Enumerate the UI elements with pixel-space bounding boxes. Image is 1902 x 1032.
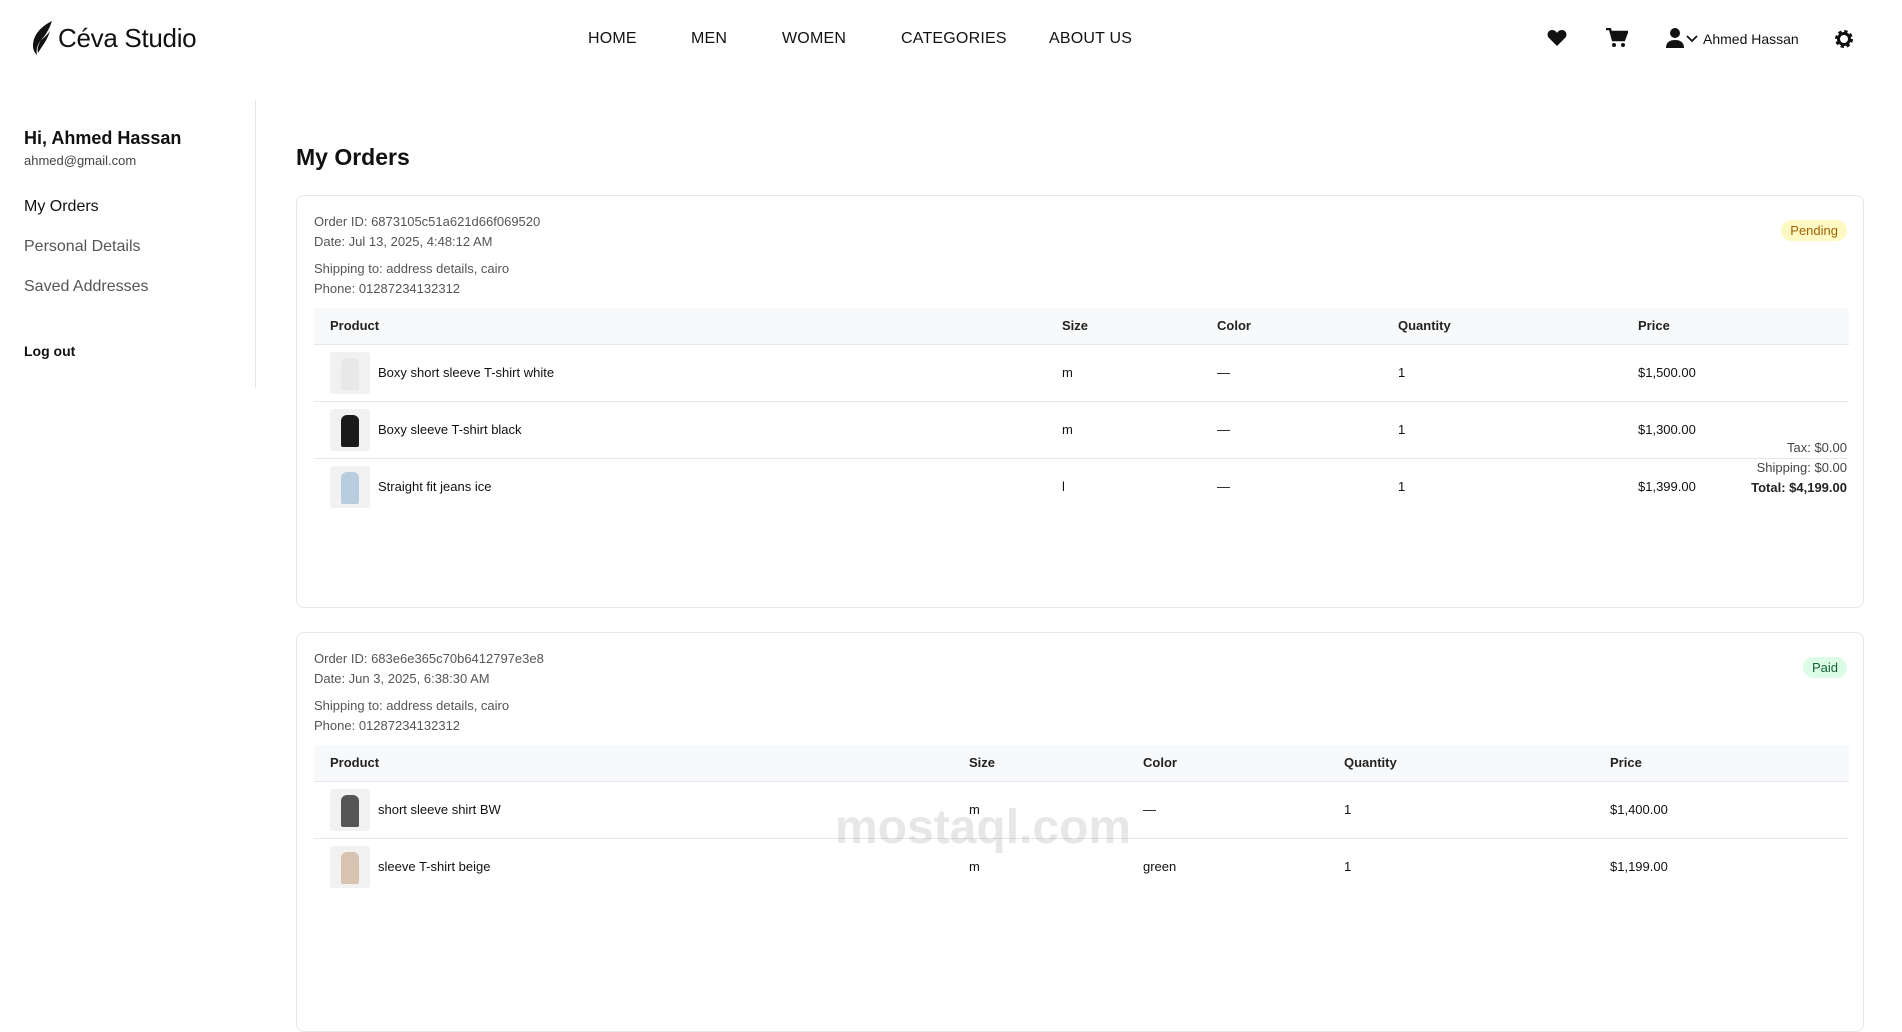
product-thumbnail[interactable] [330, 465, 370, 508]
order-id: Order ID: 683e6e365c70b6412797e3e8 [314, 651, 544, 666]
product-name[interactable]: sleeve T-shirt beige [378, 859, 491, 874]
top-header: Céva Studio HOME MEN WOMEN CATEGORIES AB… [0, 0, 1902, 80]
order-total: Total: $4,199.00 [1751, 480, 1847, 495]
color: — [1217, 479, 1230, 495]
product-thumbnail[interactable] [330, 845, 370, 888]
column-header: Color [1201, 308, 1382, 345]
size: m [1046, 344, 1201, 402]
shipping-address: Shipping to: address details, cairo [314, 698, 510, 713]
size: m [969, 859, 980, 875]
quantity: 1 [1398, 479, 1406, 495]
sidebar-item-personal-details[interactable]: Personal Details [24, 238, 141, 256]
order-meta: Order ID: 683e6e365c70b6412797e3e8 Date:… [314, 649, 544, 689]
user-icon [1666, 28, 1684, 48]
sidebar-item-my-orders[interactable]: My Orders [24, 198, 99, 216]
order-shipping: Shipping to: address details, cairo Phon… [314, 696, 509, 736]
order-meta: Order ID: 6873105c51a621d66f069520 Date:… [314, 212, 540, 252]
greeting: Hi, Ahmed Hassan [24, 128, 182, 148]
order-shipping: Shipping to: address details, cairo Phon… [314, 259, 509, 299]
product-name[interactable]: Straight fit jeans ice [378, 479, 491, 494]
column-header: Size [1046, 308, 1201, 345]
column-header: Quantity [1328, 745, 1594, 782]
nav-home[interactable]: HOME [588, 30, 637, 48]
user-email: ahmed@gmail.com [24, 153, 137, 168]
price: $1,500.00 [1622, 344, 1849, 402]
user-menu-button[interactable] [1666, 28, 1698, 48]
nav-categories[interactable]: CATEGORIES [901, 30, 1007, 48]
column-header: Product [314, 745, 953, 782]
table-row: short sleeve shirt BW m — 1 $1,400.00 [314, 781, 1849, 839]
column-header: Quantity [1382, 308, 1622, 345]
shipping-address: Shipping to: address details, cairo [314, 261, 510, 276]
table-row: Boxy short sleeve T-shirt white m — 1 $1… [314, 344, 1849, 402]
logout-button[interactable]: Log out [24, 343, 75, 359]
quantity: 1 [1382, 401, 1622, 459]
nav-men[interactable]: MEN [691, 30, 727, 48]
table-row: sleeve T-shirt beige m green 1 $1,199.00 [314, 838, 1849, 895]
column-header: Price [1622, 308, 1849, 345]
chevron-down-icon [1686, 35, 1698, 43]
product-thumbnail[interactable] [330, 408, 370, 451]
color: green [1143, 859, 1177, 875]
size: m [953, 781, 1127, 839]
order-totals: Tax: $0.00 Shipping: $0.00 Total: $4,199… [1751, 438, 1847, 498]
nav-women[interactable]: WOMEN [782, 30, 846, 48]
column-header: Size [953, 745, 1127, 782]
status-badge: Paid [1802, 657, 1847, 678]
brand-logo[interactable]: Céva Studio [30, 20, 197, 56]
color: — [1201, 401, 1382, 459]
page-title: My Orders [296, 144, 410, 170]
phone: Phone: 01287234132312 [314, 718, 461, 733]
cart-icon[interactable] [1606, 28, 1628, 48]
status-badge: Pending [1781, 220, 1847, 241]
size: l [1062, 479, 1065, 495]
nav-about-us[interactable]: ABOUT US [1049, 30, 1132, 48]
account-sidebar: Hi, Ahmed Hassan ahmed@gmail.com My Orde… [0, 100, 256, 388]
product-thumbnail[interactable] [330, 351, 370, 394]
order-date: Date: Jul 13, 2025, 4:48:12 AM [314, 234, 493, 249]
shipping-cost: Shipping: $0.00 [1756, 460, 1847, 475]
column-header: Color [1127, 745, 1328, 782]
order-card: Order ID: 6873105c51a621d66f069520 Date:… [296, 195, 1864, 608]
phone: Phone: 01287234132312 [314, 281, 461, 296]
quantity: 1 [1382, 344, 1622, 402]
product-name[interactable]: Boxy short sleeve T-shirt white [378, 365, 554, 380]
order-id: Order ID: 6873105c51a621d66f069520 [314, 214, 541, 229]
product-name[interactable]: Boxy sleeve T-shirt black [378, 422, 522, 437]
price: $1,199.00 [1610, 859, 1668, 875]
order-date: Date: Jun 3, 2025, 6:38:30 AM [314, 671, 490, 686]
color: — [1127, 781, 1328, 839]
gear-icon[interactable] [1834, 29, 1854, 49]
heart-icon[interactable] [1547, 29, 1567, 47]
column-header: Price [1594, 745, 1849, 782]
product-name[interactable]: short sleeve shirt BW [378, 802, 501, 817]
table-row: Boxy sleeve T-shirt black m — 1 $1,300.0… [314, 401, 1849, 459]
order-items-table: Product Size Color Quantity Price Boxy short… [314, 308, 1849, 515]
price: $1,400.00 [1594, 781, 1849, 839]
column-header: Product [314, 308, 1046, 345]
size: m [1046, 401, 1201, 459]
brand-name: Céva Studio [58, 22, 197, 53]
quantity: 1 [1344, 859, 1352, 875]
table-row: Straight fit jeans ice l — 1 $1,399.00 [314, 458, 1849, 515]
color: — [1201, 344, 1382, 402]
quantity: 1 [1328, 781, 1594, 839]
sidebar-item-saved-addresses[interactable]: Saved Addresses [24, 278, 149, 296]
product-thumbnail[interactable] [330, 788, 370, 831]
feather-logo-icon [33, 21, 52, 55]
order-card: Order ID: 683e6e365c70b6412797e3e8 Date:… [296, 632, 1864, 1032]
tax: Tax: $0.00 [1787, 440, 1847, 455]
user-name[interactable]: Ahmed Hassan [1703, 31, 1799, 47]
order-items-table: Product Size Color Quantity Price short slee… [314, 745, 1849, 895]
